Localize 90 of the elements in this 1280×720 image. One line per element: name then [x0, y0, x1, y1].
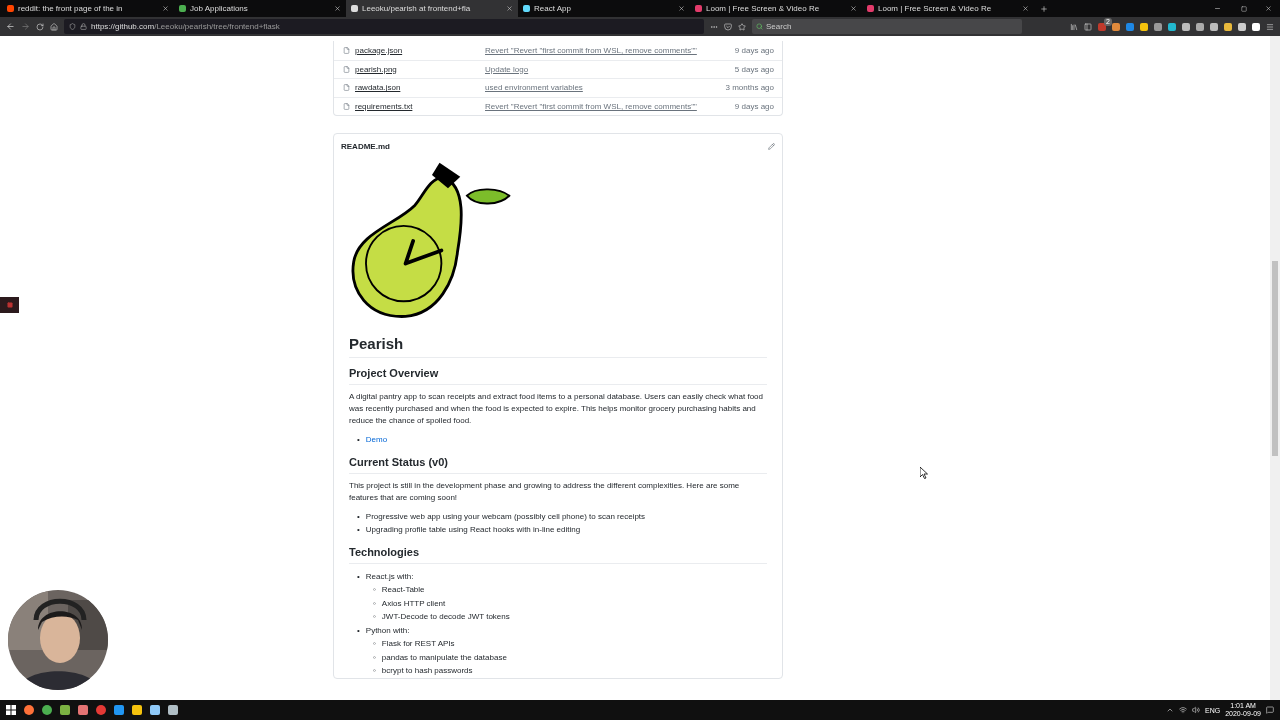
list-marker: ◦ — [373, 638, 376, 650]
close-icon[interactable] — [162, 5, 169, 12]
demo-link[interactable]: Demo — [365, 433, 388, 447]
close-icon[interactable] — [334, 5, 341, 12]
file-name-link[interactable]: package.json — [355, 45, 485, 55]
browser-tab[interactable]: Loom | Free Screen & Video Re — [690, 0, 862, 17]
close-icon[interactable] — [506, 5, 513, 12]
lock-icon — [80, 23, 87, 30]
pocket-icon[interactable] — [724, 22, 732, 31]
paragraph: A digital pantry app to scan receipts and extract food items to a personal database. Users can easily check what food was recently purchased and when the food is expected to expire. This helps monitor grocery purchasing habits and reduce the chance of spoiled food. — [349, 391, 764, 427]
commit-age: 9 days ago — [734, 45, 774, 55]
list-item-text: bcrypt to hash passwords — [381, 665, 473, 677]
minimize-icon[interactable] — [1214, 5, 1221, 12]
commit-age: 5 days ago — [734, 64, 774, 74]
widget-tab[interactable] — [0, 297, 19, 313]
notification-icon[interactable] — [1266, 706, 1274, 714]
close-icon[interactable] — [850, 5, 857, 12]
menu-icon[interactable] — [1266, 22, 1274, 31]
list-item-text: Flask for REST APIs — [381, 638, 455, 650]
sidebar-icon[interactable] — [1084, 22, 1092, 31]
commit-age: 3 months ago — [725, 83, 774, 93]
file-icon — [343, 65, 350, 73]
list-item-text: pandas to manipulate the database — [381, 651, 507, 664]
library-icon[interactable] — [1070, 22, 1078, 31]
favicon-icon — [179, 5, 186, 12]
list-marker: • — [357, 624, 360, 637]
favicon-icon — [867, 5, 874, 12]
file-name-link[interactable]: pearish.png — [355, 64, 485, 74]
commit-age: 9 days ago — [734, 101, 774, 111]
list-item-text: Progressive web app using your webcam (possibly cell phone) to scan receipts — [365, 510, 646, 523]
list-marker: • — [357, 524, 360, 536]
list-item-text: Python with: — [365, 624, 410, 637]
file-icon — [343, 84, 350, 92]
browser-tab[interactable]: reddit: the front page of the in — [2, 0, 174, 17]
search-field[interactable]: Search — [752, 19, 1022, 34]
search-icon — [756, 23, 763, 30]
browser-tab[interactable]: Loom | Free Screen & Video Re — [862, 0, 1034, 17]
section-heading: Current Status (v0) — [349, 455, 767, 474]
restore-icon[interactable] — [1241, 5, 1247, 12]
favicon-icon — [7, 5, 14, 12]
favicon-icon — [695, 5, 702, 12]
favicon-icon — [351, 5, 358, 12]
file-name-link[interactable]: rawdata.json — [355, 83, 485, 93]
list-item-text: JWT-Decode to decode JWT tokens — [381, 611, 510, 623]
scrollbar-thumb[interactable] — [1272, 261, 1278, 456]
commit-message-link[interactable]: Revert "Revert "first commit from WSL, remove comments"" — [485, 101, 735, 111]
list-marker: ◦ — [373, 665, 376, 677]
stop-icon — [6, 302, 13, 308]
list-marker: • — [357, 570, 360, 583]
readme-title: Pearish — [349, 335, 767, 358]
file-icon — [343, 46, 350, 54]
list-marker: • — [357, 510, 360, 523]
list-item-text: Upgrading profile table using React hooks with in-line editing — [365, 524, 581, 536]
file-icon — [343, 102, 350, 110]
list-marker: • — [357, 434, 360, 446]
list-item-text: React-Table — [381, 584, 425, 596]
home-icon[interactable] — [50, 22, 58, 31]
close-icon[interactable] — [678, 5, 685, 12]
network-icon[interactable] — [1179, 706, 1187, 714]
volume-icon[interactable] — [1192, 706, 1200, 714]
list-marker: ◦ — [373, 584, 376, 596]
windows-start-icon[interactable] — [6, 705, 16, 715]
paragraph: This project is still in the development phase and growing to address the different complexities. Here are some features that are coming soon! — [349, 479, 741, 504]
list-item-text: Axios HTTP client — [381, 597, 446, 610]
chevron-up-icon[interactable] — [1166, 706, 1174, 714]
readme-filename: README.md — [341, 141, 390, 151]
reload-icon[interactable] — [36, 22, 44, 31]
new-tab-icon[interactable] — [1040, 4, 1048, 13]
commit-message-link[interactable]: used environment variables — [485, 83, 726, 93]
favicon-icon — [523, 5, 530, 12]
bookmark-star-icon[interactable] — [738, 22, 746, 31]
list-item-text: React.js with: — [365, 570, 414, 583]
file-name-link[interactable]: requirements.txt — [355, 101, 485, 111]
section-heading: Project Overview — [349, 367, 767, 385]
browser-tab[interactable]: Leeoku/pearish at frontend+fla — [346, 0, 518, 17]
section-heading: Technologies — [349, 545, 767, 564]
browser-tab[interactable]: React App — [518, 0, 690, 17]
close-icon[interactable] — [1265, 5, 1272, 12]
list-marker: ◦ — [373, 651, 376, 664]
mouse-cursor-icon — [920, 467, 928, 479]
browser-tab[interactable]: Job Applications — [174, 0, 346, 17]
commit-message-link[interactable]: Revert "Revert "first commit from WSL, remove comments"" — [485, 45, 735, 55]
pencil-icon[interactable] — [768, 142, 775, 150]
back-icon[interactable] — [6, 22, 15, 31]
shield-icon — [69, 23, 76, 30]
list-marker: ◦ — [373, 597, 376, 610]
address-bar[interactable]: https://github.com/Leeoku/pearish/tree/frontend+flask — [64, 19, 704, 34]
close-icon[interactable] — [1022, 5, 1029, 12]
list-marker: ◦ — [373, 611, 376, 623]
commit-message-link[interactable]: Update logo — [485, 64, 735, 74]
